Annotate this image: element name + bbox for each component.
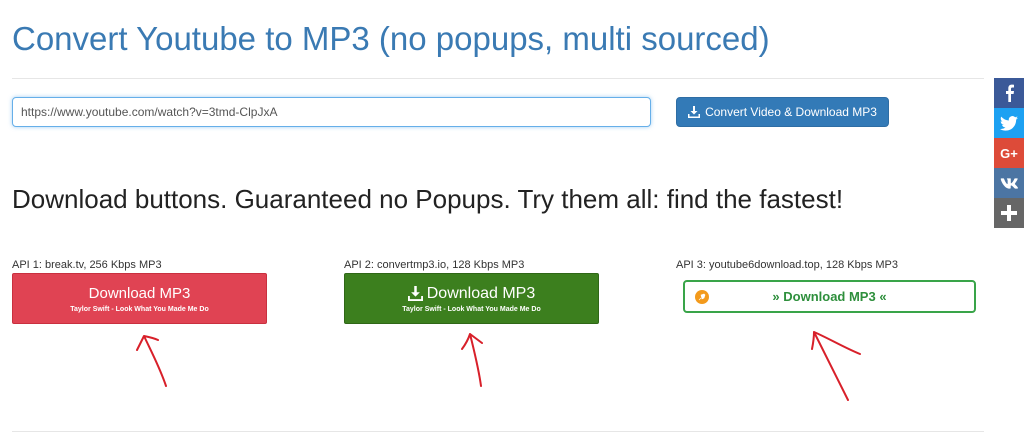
- facebook-icon: [1006, 84, 1014, 102]
- annotation-arrow: [461, 333, 483, 387]
- google-plus-share-button[interactable]: G+: [994, 138, 1024, 168]
- annotation-arrow: [136, 335, 167, 387]
- twitter-icon: [1000, 115, 1018, 131]
- social-share-bar: G+: [994, 78, 1024, 228]
- api-label: API 3: youtube6download.top, 128 Kbps MP…: [676, 259, 898, 271]
- divider: [12, 431, 984, 432]
- youtube-url-input[interactable]: [12, 97, 651, 127]
- vk-icon: [1000, 177, 1018, 189]
- facebook-share-button[interactable]: [994, 78, 1024, 108]
- download-button-label: Download MP3: [426, 284, 536, 302]
- google-plus-icon: G+: [1000, 145, 1018, 161]
- download-mp3-button-api-2[interactable]: Download MP3 Taylor Swift - Look What Yo…: [344, 273, 599, 324]
- download-button-label: Download MP3: [88, 284, 191, 302]
- plus-icon: [1001, 205, 1017, 221]
- page-title: Convert Youtube to MP3 (no popups, multi…: [12, 20, 770, 57]
- convert-button-label: Convert Video & Download MP3: [705, 105, 877, 119]
- song-title: Taylor Swift - Look What You Made Me Do: [402, 305, 541, 313]
- annotation-arrow: [811, 331, 861, 401]
- more-share-button[interactable]: [994, 198, 1024, 228]
- vk-share-button[interactable]: [994, 168, 1024, 198]
- download-mp3-button-api-3[interactable]: » Download MP3 «: [683, 280, 976, 313]
- section-heading: Download buttons. Guaranteed no Popups. …: [12, 184, 844, 214]
- download-icon: [407, 286, 423, 301]
- api-label: API 2: convertmp3.io, 128 Kbps MP3: [344, 259, 525, 271]
- divider: [12, 78, 984, 79]
- download-button-label: » Download MP3 «: [772, 289, 887, 304]
- convert-download-button[interactable]: Convert Video & Download MP3: [676, 97, 889, 127]
- rocket-icon: [695, 290, 709, 304]
- twitter-share-button[interactable]: [994, 108, 1024, 138]
- download-mp3-button-api-1[interactable]: Download MP3 Taylor Swift - Look What Yo…: [12, 273, 267, 324]
- download-icon: [688, 106, 701, 118]
- api-label: API 1: break.tv, 256 Kbps MP3: [12, 259, 162, 271]
- song-title: Taylor Swift - Look What You Made Me Do: [70, 305, 209, 313]
